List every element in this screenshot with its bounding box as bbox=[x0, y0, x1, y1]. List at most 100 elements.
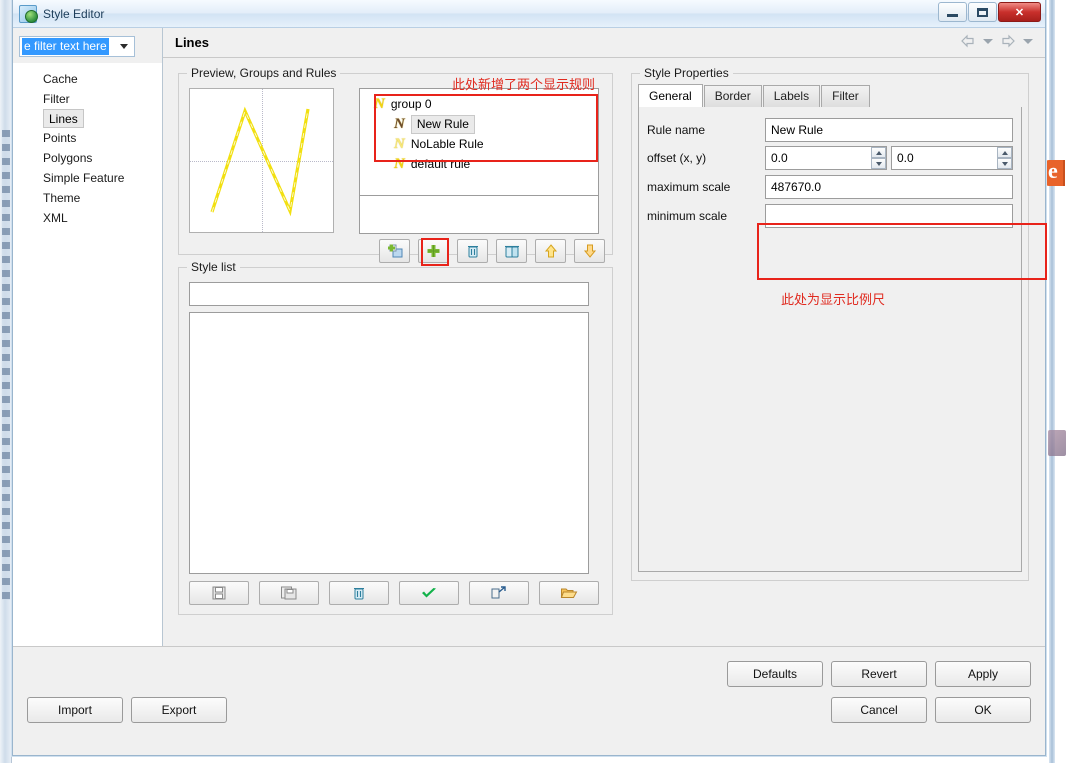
add-rule-icon bbox=[427, 245, 439, 257]
rule-name-input[interactable]: New Rule bbox=[765, 118, 1013, 142]
back-arrow-icon[interactable] bbox=[959, 33, 977, 49]
close-button[interactable]: ✕ bbox=[998, 2, 1041, 22]
desktop-left-dock bbox=[0, 0, 12, 763]
minimize-button[interactable] bbox=[938, 2, 967, 22]
offset-x-decrement-button[interactable] bbox=[871, 158, 886, 169]
settings-tree: Cache Filter Lines Points Polygons Simpl… bbox=[13, 63, 162, 671]
offset-y-decrement-button[interactable] bbox=[997, 158, 1012, 169]
offset-y-stepper[interactable]: 0.0 bbox=[891, 146, 1013, 170]
revert-button[interactable]: Revert bbox=[831, 661, 927, 687]
export-style-button[interactable] bbox=[469, 581, 529, 605]
offset-x-spin-buttons[interactable] bbox=[871, 147, 886, 169]
style-editor-icon bbox=[19, 4, 38, 23]
offset-y-increment-button[interactable] bbox=[997, 147, 1012, 158]
rule-icon: N bbox=[394, 115, 405, 132]
rule-group-icon: N bbox=[374, 95, 385, 112]
minimum-scale-input[interactable] bbox=[765, 204, 1013, 228]
back-menu-chevron-down-icon[interactable] bbox=[983, 38, 993, 44]
page-title: Lines bbox=[175, 35, 209, 50]
save-icon bbox=[212, 586, 226, 600]
add-group-icon bbox=[387, 244, 402, 258]
offset-x-stepper[interactable]: 0.0 bbox=[765, 146, 887, 170]
desktop-edge-line bbox=[1049, 0, 1055, 763]
style-properties-group: Style Properties General Border Labels F… bbox=[631, 66, 1029, 581]
rule-label: NoLable Rule bbox=[410, 137, 484, 151]
sidebar-item-theme[interactable]: Theme bbox=[13, 188, 162, 208]
desktop-right-edge bbox=[1045, 0, 1067, 763]
tab-general[interactable]: General bbox=[638, 84, 703, 107]
sidebar-item-lines[interactable]: Lines bbox=[43, 109, 84, 128]
delete-rule-button[interactable] bbox=[457, 239, 488, 263]
add-group-button[interactable] bbox=[379, 239, 410, 263]
add-rule-button[interactable] bbox=[418, 239, 449, 263]
tab-filter[interactable]: Filter bbox=[821, 85, 870, 107]
maximum-scale-label: maximum scale bbox=[647, 180, 731, 194]
filter-input[interactable]: e filter text here bbox=[22, 38, 109, 55]
move-up-button[interactable] bbox=[535, 239, 566, 263]
save-as-style-button[interactable] bbox=[259, 581, 319, 605]
maximum-scale-row: maximum scale 487670.0 bbox=[647, 174, 1017, 200]
rule-row-group-0[interactable]: N group 0 bbox=[360, 94, 598, 114]
annotation-scale: 此处为显示比例尺 bbox=[781, 292, 886, 307]
forward-menu-chevron-down-icon[interactable] bbox=[1023, 38, 1033, 44]
export-button[interactable]: Export bbox=[131, 697, 227, 723]
save-style-button[interactable] bbox=[189, 581, 249, 605]
dialog-body: e filter text here Cache Filter Lines Po… bbox=[13, 28, 1045, 674]
sidebar-item-xml[interactable]: XML bbox=[13, 208, 162, 228]
rule-name-label: Rule name bbox=[647, 123, 706, 137]
rules-tree[interactable]: N group 0 N New Rule N NoLable Rule N de… bbox=[359, 88, 599, 196]
general-tab-panel: Rule name New Rule offset (x, y) 0.0 0.0… bbox=[638, 107, 1022, 572]
offset-y-input[interactable]: 0.0 bbox=[891, 146, 1013, 170]
rule-row-new-rule[interactable]: N New Rule bbox=[360, 114, 598, 134]
offset-label: offset (x, y) bbox=[647, 151, 707, 165]
lines-settings-content: Preview, Groups and Rules N group 0 N Ne… bbox=[163, 59, 1045, 674]
maximum-scale-input[interactable]: 487670.0 bbox=[765, 175, 1013, 199]
maximize-button[interactable] bbox=[968, 2, 997, 22]
sidebar-item-cache[interactable]: Cache bbox=[13, 69, 162, 89]
move-down-button[interactable] bbox=[574, 239, 605, 263]
validate-style-button[interactable] bbox=[399, 581, 459, 605]
style-properties-legend: Style Properties bbox=[640, 66, 733, 80]
offset-y-spin-buttons[interactable] bbox=[997, 147, 1012, 169]
arrow-up-icon bbox=[544, 244, 557, 258]
properties-tabs: General Border Labels Filter bbox=[638, 84, 1022, 108]
sidebar-item-filter[interactable]: Filter bbox=[13, 89, 162, 109]
defaults-button[interactable]: Defaults bbox=[727, 661, 823, 687]
forward-arrow-icon[interactable] bbox=[999, 33, 1017, 49]
minimum-scale-row: minimum scale bbox=[647, 203, 1017, 229]
style-list-legend: Style list bbox=[187, 260, 240, 274]
open-style-button[interactable] bbox=[539, 581, 599, 605]
close-icon: ✕ bbox=[1014, 6, 1025, 19]
tab-labels[interactable]: Labels bbox=[762, 85, 821, 107]
sidebar-item-simple-feature[interactable]: Simple Feature bbox=[13, 168, 162, 188]
rules-tree-empty-area[interactable] bbox=[359, 196, 599, 234]
import-button[interactable]: Import bbox=[27, 697, 123, 723]
filter-dropdown-button[interactable] bbox=[116, 37, 132, 56]
folder-open-icon bbox=[560, 588, 578, 598]
rules-toolbar bbox=[379, 239, 605, 263]
rule-label: group 0 bbox=[390, 97, 432, 111]
rule-row-default-rule[interactable]: N default rule bbox=[360, 154, 598, 174]
offset-x-increment-button[interactable] bbox=[871, 147, 886, 158]
trash-multiple-icon bbox=[504, 245, 519, 258]
arrow-down-icon bbox=[583, 244, 596, 258]
cancel-button[interactable]: Cancel bbox=[831, 697, 927, 723]
filter-combo[interactable]: e filter text here bbox=[19, 36, 135, 57]
offset-x-input[interactable]: 0.0 bbox=[765, 146, 887, 170]
delete-group-button[interactable] bbox=[496, 239, 527, 263]
ok-button[interactable]: OK bbox=[935, 697, 1031, 723]
tab-border[interactable]: Border bbox=[703, 85, 762, 107]
style-list-box[interactable] bbox=[189, 312, 589, 574]
style-list-input[interactable] bbox=[189, 282, 589, 306]
sidebar-item-polygons[interactable]: Polygons bbox=[13, 148, 162, 168]
caret-down-icon bbox=[1001, 161, 1008, 166]
filter-row: e filter text here bbox=[13, 28, 162, 63]
delete-style-button[interactable] bbox=[329, 581, 389, 605]
footer-top-buttons: Defaults Revert Apply bbox=[727, 661, 1031, 687]
sidebar-item-points[interactable]: Points bbox=[13, 128, 162, 148]
rule-row-nolable-rule[interactable]: N NoLable Rule bbox=[360, 134, 598, 154]
caret-up-icon bbox=[875, 150, 882, 155]
apply-button[interactable]: Apply bbox=[935, 661, 1031, 687]
offset-row: offset (x, y) 0.0 0.0 bbox=[647, 145, 1017, 171]
browser-icon[interactable] bbox=[1045, 160, 1065, 186]
